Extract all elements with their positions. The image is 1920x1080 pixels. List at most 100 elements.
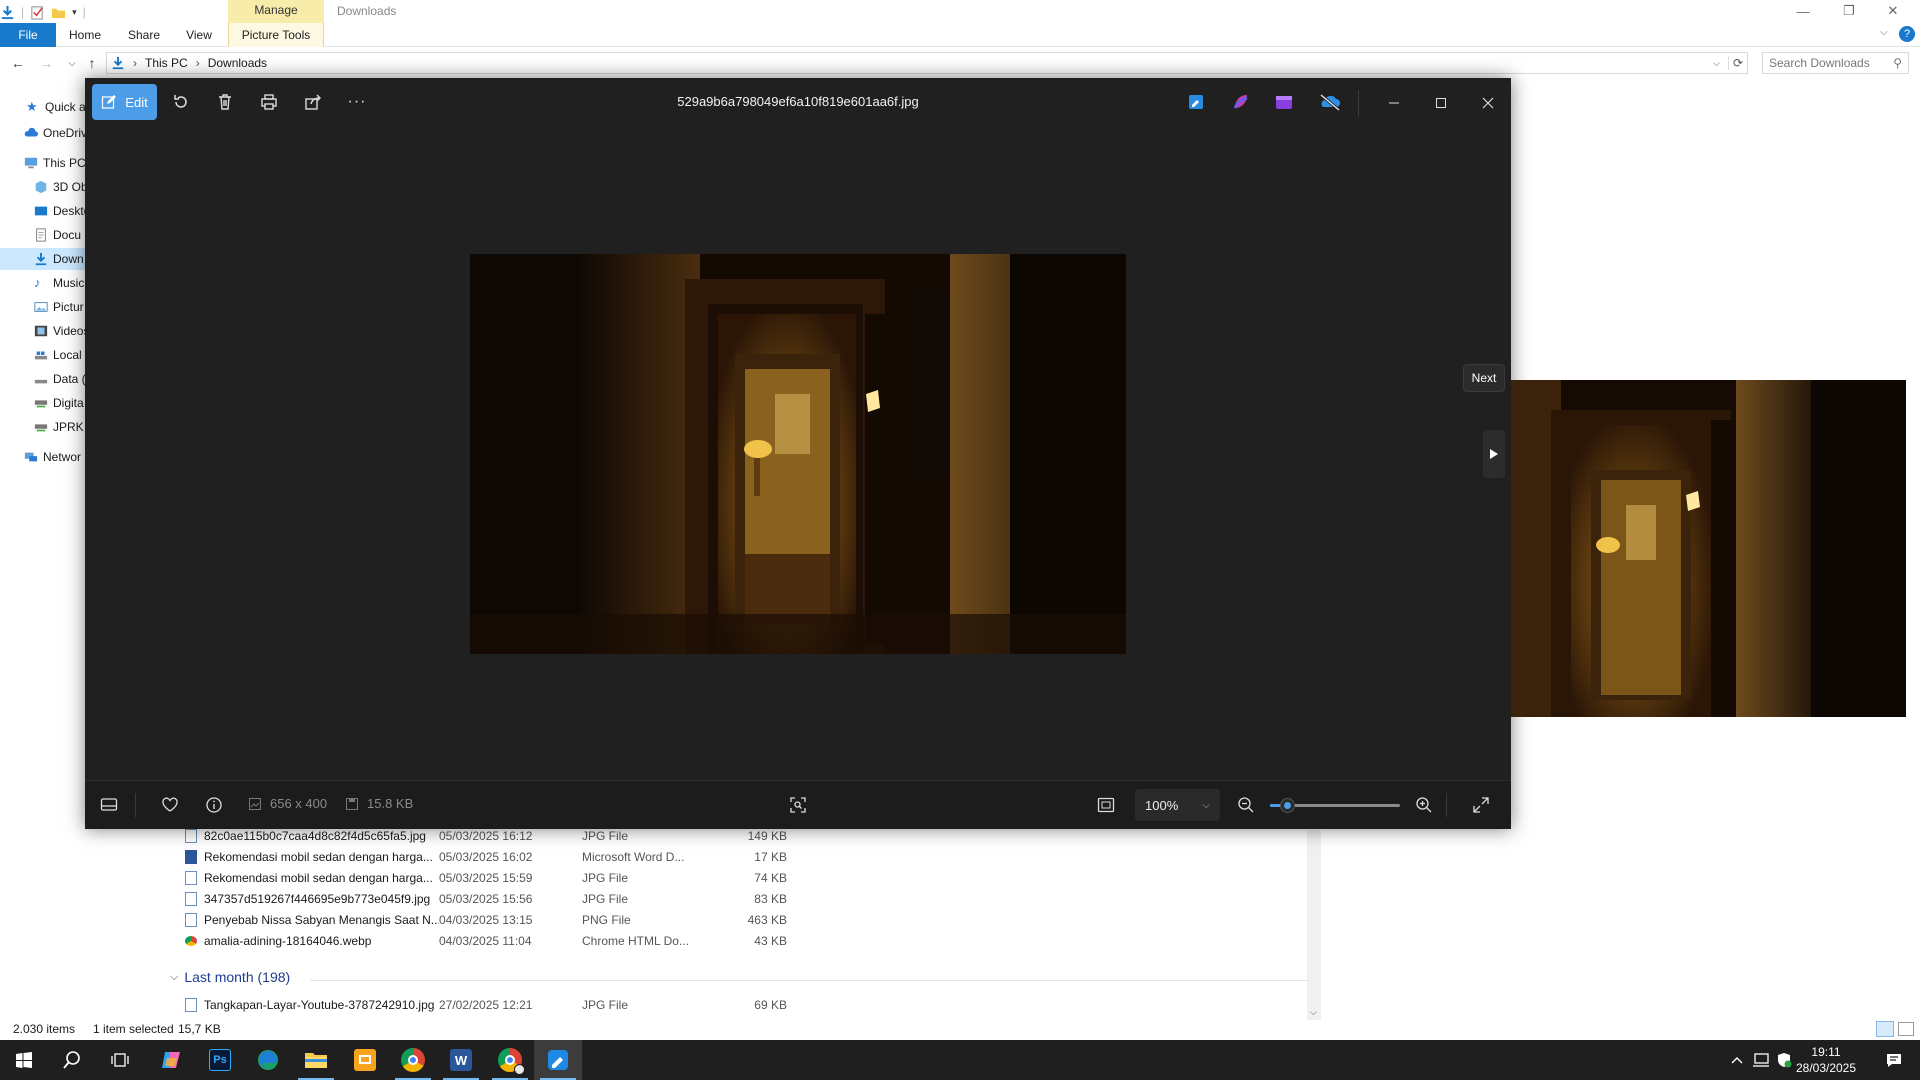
restore-button[interactable]: ❐ (1829, 0, 1869, 22)
file-explorer-app[interactable] (292, 1040, 340, 1080)
address-bar[interactable]: › This PC › Downloads ⌵ ⟳ (106, 52, 1748, 74)
properties-icon[interactable] (30, 5, 45, 20)
bottom-divider (1446, 793, 1447, 817)
table-row[interactable]: Rekomendasi mobil sedan dengan harga... 0… (168, 867, 808, 888)
rotate-button[interactable] (165, 86, 197, 118)
print-button[interactable] (253, 86, 285, 118)
table-row[interactable]: amalia-adining-18164046.webp 04/03/2025 1… (168, 930, 808, 951)
up-button[interactable]: ↑ (82, 53, 102, 73)
photoshop-app[interactable]: Ps (196, 1040, 244, 1080)
next-image-button[interactable] (1483, 430, 1505, 478)
zoom-slider-thumb[interactable] (1280, 798, 1295, 813)
search-button[interactable] (48, 1040, 96, 1080)
full-screen-button[interactable] (1469, 793, 1493, 817)
task-view-button[interactable] (96, 1040, 144, 1080)
nav-local-disk[interactable]: Local (0, 344, 86, 366)
group-header-last-month[interactable]: ⌵ Last month (198) (170, 969, 290, 985)
table-row[interactable]: Penyebab Nissa Sabyan Menangis Saat N...… (168, 909, 808, 930)
copilot-app[interactable] (147, 1040, 195, 1080)
back-button[interactable]: ← (8, 53, 28, 73)
edit-button[interactable]: Edit (92, 84, 157, 120)
zoom-out-icon (1238, 797, 1254, 813)
details-view-icon[interactable] (1876, 1021, 1894, 1037)
nav-data-drive[interactable]: Data ( (0, 368, 86, 390)
zoom-out-button[interactable] (1234, 793, 1258, 817)
zoom-in-button[interactable] (1412, 793, 1436, 817)
visual-search-button[interactable] (786, 793, 810, 817)
nav-this-pc[interactable]: This PC (0, 152, 86, 174)
customize-qat-icon[interactable]: ▾ (72, 7, 77, 18)
designer-app-icon[interactable] (1231, 92, 1251, 112)
full-screen-icon (1473, 797, 1489, 813)
help-icon[interactable]: ? (1899, 26, 1915, 42)
nav-music[interactable]: ♪ Music (0, 272, 86, 294)
nav-videos[interactable]: Videos (0, 320, 86, 342)
start-button[interactable] (0, 1040, 48, 1080)
network-status-button[interactable] (1750, 1040, 1772, 1080)
chrome-profile-icon (498, 1048, 525, 1075)
large-icons-view-icon[interactable] (1898, 1022, 1914, 1036)
table-row[interactable]: Rekomendasi mobil sedan dengan harga... 0… (168, 846, 808, 867)
share-button[interactable] (297, 86, 329, 118)
table-row[interactable]: 347357d519267f446695e9b773e045f9.jpg 05/0… (168, 888, 808, 909)
nav-desktop[interactable]: Deskto (0, 200, 86, 222)
more-options-icon[interactable]: ··· (341, 86, 373, 118)
action-center-button[interactable] (1874, 1040, 1914, 1080)
expand-ribbon-icon[interactable]: ⌵ (1880, 27, 1888, 38)
photo-canvas[interactable] (470, 254, 1126, 654)
zoom-level-select[interactable]: 100% ⌵ (1135, 789, 1220, 821)
breadcrumb-this-pc[interactable]: This PC (145, 56, 188, 70)
refresh-icon[interactable]: ⟳ (1727, 56, 1747, 70)
context-tab-manage[interactable]: Manage (228, 0, 324, 23)
address-row: ← → ⌵ ↑ › This PC › Downloads ⌵ ⟳ Search… (0, 51, 1920, 75)
chrome-profile-app[interactable] (486, 1040, 534, 1080)
rotate-icon (174, 95, 187, 108)
filmstrip-button[interactable] (97, 793, 121, 817)
recent-locations-icon[interactable]: ⌵ (62, 53, 82, 73)
minimize-button[interactable]: — (1783, 0, 1823, 22)
nav-jprk-drive[interactable]: JPRK (0, 416, 86, 438)
photo-editor-app-icon[interactable] (1186, 92, 1206, 112)
fit-to-window-button[interactable] (1094, 793, 1118, 817)
slides-app[interactable] (341, 1040, 389, 1080)
nav-downloads[interactable]: Down (0, 248, 86, 270)
nav-documents[interactable]: Docu (0, 224, 86, 246)
onedrive-status-icon[interactable] (1318, 92, 1342, 112)
tab-home[interactable]: Home (66, 23, 104, 47)
clipchamp-app-icon[interactable] (1274, 92, 1294, 112)
nav-quick-access[interactable]: ★ Quick a (0, 96, 86, 118)
show-hidden-icons-button[interactable] (1727, 1040, 1747, 1080)
nav-onedrive[interactable]: OneDriv (0, 122, 86, 144)
close-button[interactable]: ✕ (1873, 0, 1913, 22)
viewer-minimize-button[interactable] (1372, 88, 1416, 118)
new-folder-icon[interactable] (51, 5, 66, 20)
nav-pictures[interactable]: Pictur (0, 296, 86, 318)
tab-share[interactable]: Share (124, 23, 164, 47)
favorite-button[interactable] (158, 793, 182, 817)
viewer-close-button[interactable] (1466, 88, 1510, 118)
image-file-size: 15.8 KB (345, 796, 413, 811)
address-dropdown-icon[interactable]: ⌵ (1713, 58, 1720, 69)
search-input[interactable]: Search Downloads ⚲ (1762, 52, 1909, 74)
vertical-scrollbar[interactable]: ⌵ (1307, 830, 1321, 1020)
tab-view[interactable]: View (184, 23, 214, 47)
download-folder-icon[interactable] (0, 5, 15, 20)
nav-digital-drive[interactable]: Digita (0, 392, 86, 414)
photos-app[interactable] (534, 1040, 582, 1080)
file-info-button[interactable] (202, 793, 226, 817)
breadcrumb-downloads[interactable]: Downloads (208, 56, 267, 70)
forward-button[interactable]: → (36, 53, 56, 73)
chrome-app[interactable] (389, 1040, 437, 1080)
edge-app[interactable] (244, 1040, 292, 1080)
nav-3d-objects[interactable]: 3D Ob (0, 176, 86, 198)
zoom-slider[interactable] (1270, 798, 1400, 813)
tab-picture-tools[interactable]: Picture Tools (228, 23, 324, 47)
delete-button[interactable] (209, 86, 241, 118)
table-row[interactable]: Tangkapan-Layar-Youtube-3787242910.jpg 27… (168, 994, 808, 1015)
viewer-maximize-button[interactable] (1419, 88, 1463, 118)
clock[interactable]: 19:11 28/03/2025 (1788, 1044, 1864, 1076)
nav-network[interactable]: Networ (0, 446, 86, 468)
next-image-preview[interactable] (1511, 380, 1906, 717)
word-app[interactable]: W (437, 1040, 485, 1080)
tab-file[interactable]: File (0, 23, 56, 47)
